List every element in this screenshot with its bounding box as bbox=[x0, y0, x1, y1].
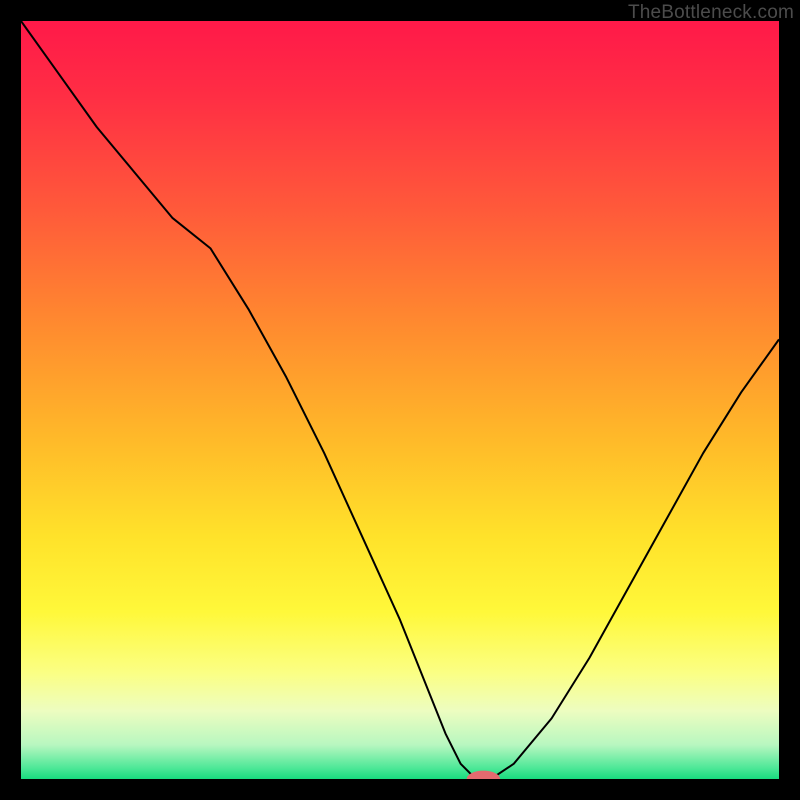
watermark-text: TheBottleneck.com bbox=[628, 2, 794, 24]
gradient-background bbox=[21, 21, 779, 779]
chart-frame: TheBottleneck.com bbox=[0, 0, 800, 800]
bottleneck-chart bbox=[21, 21, 779, 779]
plot-area bbox=[21, 21, 779, 779]
